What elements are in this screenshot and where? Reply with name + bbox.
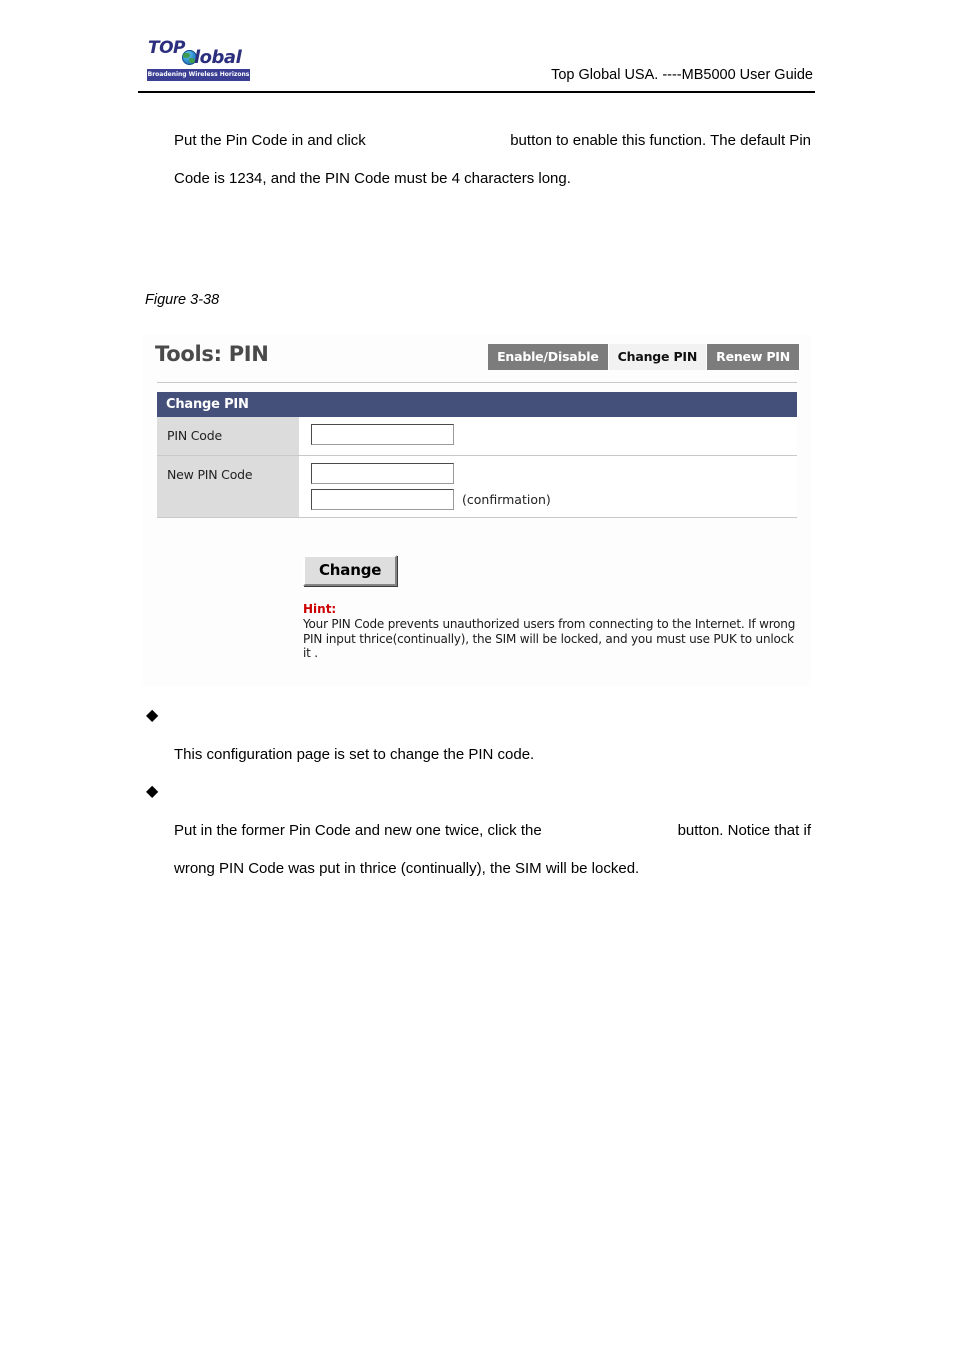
app-titlebar: Tools: PIN Enable/Disable Change PIN Ren… — [143, 334, 811, 380]
bullet-2-line-2: wrong PIN Code was put in thrice (contin… — [174, 860, 640, 877]
logo-global-text: lobal — [194, 47, 242, 68]
intro-text-before-button: Put the Pin Code in and click — [174, 132, 366, 149]
intro-paragraph-line-2: Code is 1234, and the PIN Code must be 4… — [174, 170, 571, 187]
bullet-marker-2: ◆ — [146, 783, 159, 800]
field-line-new-pin — [311, 463, 797, 484]
tab-renew-pin[interactable]: Renew PIN — [707, 344, 799, 370]
titlebar-divider — [157, 382, 797, 383]
label-pin-code: PIN Code — [157, 417, 299, 455]
top-global-logo: TOP lobal Broadening Wireless Horizons — [144, 38, 252, 84]
form-row-pin-code: PIN Code — [157, 417, 797, 456]
bullet-2-text-after-button: button. Notice that if — [677, 822, 811, 839]
logo-top-text: TOP — [148, 38, 186, 58]
label-new-pin-code: New PIN Code — [157, 456, 299, 517]
field-line — [311, 424, 797, 445]
confirmation-note: (confirmation) — [462, 492, 551, 507]
field-group-pin-code — [299, 417, 797, 455]
change-button[interactable]: Change — [303, 555, 398, 586]
page-header: TOP lobal Broadening Wireless Horizons T… — [138, 34, 815, 92]
bullet-2-line-1: Put in the former Pin Code and new one t… — [174, 812, 811, 850]
field-group-new-pin-code: (confirmation) — [299, 456, 797, 517]
hint-block: Hint: Your PIN Code prevents unauthorize… — [303, 602, 803, 661]
change-pin-panel: Change PIN PIN Code New PIN Code (confir… — [157, 392, 797, 518]
panel-header: Change PIN — [157, 392, 797, 417]
tab-bar: Enable/Disable Change PIN Renew PIN — [488, 344, 799, 370]
submit-button-area: Change — [303, 555, 398, 586]
bullet-body-1: This configuration page is set to change… — [174, 746, 535, 763]
intro-paragraph-line-1: Put the Pin Code in and click button to … — [174, 122, 811, 160]
field-line-new-pin-confirm: (confirmation) — [311, 489, 797, 510]
figure-caption: Figure 3-38 — [145, 292, 220, 308]
new-pin-code-confirm-input[interactable] — [311, 489, 454, 510]
hint-body: Your PIN Code prevents unauthorized user… — [303, 617, 796, 660]
logo-tagline: Broadening Wireless Horizons — [147, 69, 250, 81]
inline-button-placeholder-2 — [582, 812, 638, 850]
tab-enable-disable[interactable]: Enable/Disable — [488, 344, 608, 370]
bullet-marker-1: ◆ — [146, 707, 159, 724]
header-divider — [138, 91, 815, 93]
page-title: Tools: PIN — [155, 342, 269, 366]
pin-code-input[interactable] — [311, 424, 454, 445]
intro-paragraph: Put the Pin Code in and click button to … — [174, 122, 811, 198]
new-pin-code-input[interactable] — [311, 463, 454, 484]
figure-screenshot-tools-pin: Tools: PIN Enable/Disable Change PIN Ren… — [143, 334, 811, 686]
form-row-new-pin-code: New PIN Code (confirmation) — [157, 456, 797, 518]
tab-change-pin[interactable]: Change PIN — [608, 344, 707, 370]
hint-title: Hint: — [303, 602, 337, 616]
bullet-body-2: Put in the former Pin Code and new one t… — [174, 812, 811, 888]
intro-text-after-button: button to enable this function. The defa… — [510, 132, 811, 149]
inline-button-placeholder — [410, 122, 466, 160]
document-header-title: Top Global USA. ----MB5000 User Guide — [551, 67, 813, 83]
bullet-2-text-before-button: Put in the former Pin Code and new one t… — [174, 822, 542, 839]
